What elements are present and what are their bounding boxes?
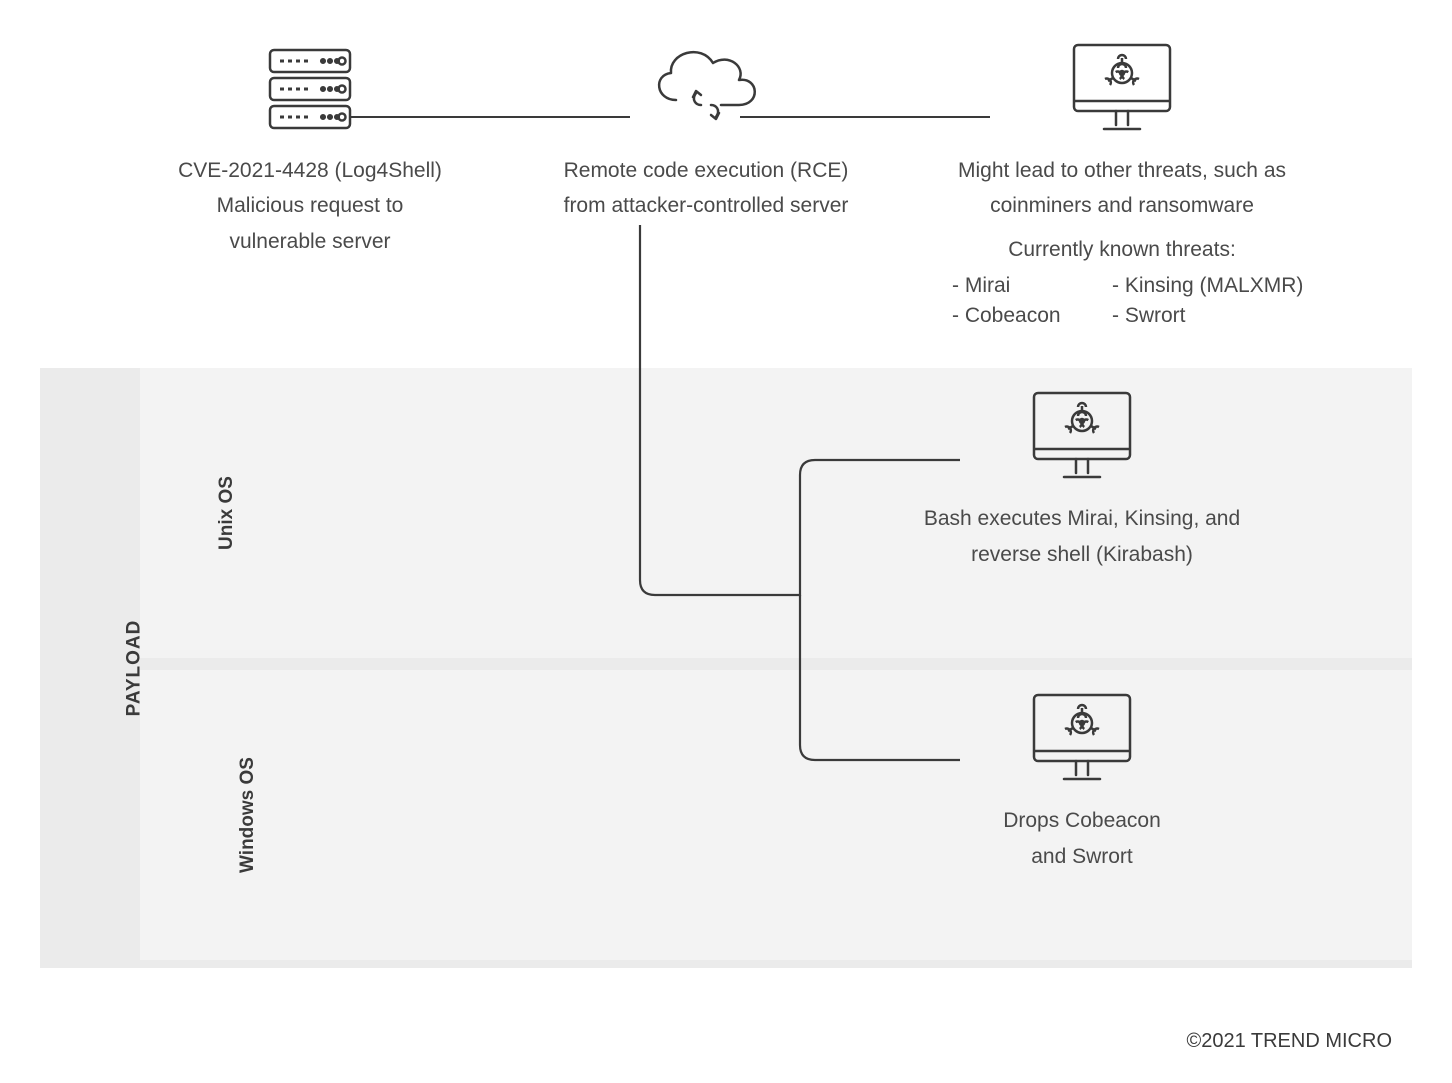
threat-b: - Kinsing (MALXMR) xyxy=(1112,274,1312,298)
infected-monitor-icon xyxy=(1022,680,1142,800)
win-caption1: Drops Cobeacon xyxy=(1003,806,1161,835)
unix-section: Unix OS xyxy=(140,368,1412,658)
unix-label: Unix OS xyxy=(216,476,238,550)
node-cloud: Remote code execution (RCE) from attacke… xyxy=(526,30,886,221)
windows-section: Windows OS xyxy=(140,670,1412,960)
node3-sub: Currently known threats: xyxy=(1008,235,1236,264)
win-caption2: and Swrort xyxy=(1031,842,1133,871)
server-icon xyxy=(260,30,360,150)
cloud-arrows-icon xyxy=(641,30,771,150)
node-threat-monitor: Might lead to other threats, such as coi… xyxy=(922,30,1322,328)
node2-line1: Remote code execution (RCE) xyxy=(564,156,849,185)
node1-line1: CVE-2021-4428 (Log4Shell) xyxy=(178,156,442,185)
node-server: CVE-2021-4428 (Log4Shell) Malicious requ… xyxy=(130,30,490,256)
windows-label: Windows OS xyxy=(237,757,259,873)
unix-caption2: reverse shell (Kirabash) xyxy=(971,540,1193,569)
payload-area: PAYLOAD Unix OS xyxy=(40,368,1412,968)
threat-list: - Mirai - Kinsing (MALXMR) - Cobeacon - … xyxy=(932,274,1312,328)
threat-a: - Mirai xyxy=(952,274,1112,298)
node1-line2: Malicious request to xyxy=(217,191,404,220)
top-row: CVE-2021-4428 (Log4Shell) Malicious requ… xyxy=(40,30,1412,328)
unix-caption1: Bash executes Mirai, Kinsing, and xyxy=(924,504,1240,533)
node3-line1: Might lead to other threats, such as xyxy=(958,156,1286,185)
threat-c: - Cobeacon xyxy=(952,304,1112,328)
node2-line2: from attacker-controlled server xyxy=(564,191,849,220)
node3-line2: coinminers and ransomware xyxy=(990,191,1254,220)
windows-node: Drops Cobeacon and Swrort xyxy=(912,680,1252,871)
threat-d: - Swrort xyxy=(1112,304,1312,328)
infected-monitor-icon xyxy=(1062,30,1182,150)
copyright: ©2021 TREND MICRO xyxy=(1186,1030,1392,1053)
unix-node: Bash executes Mirai, Kinsing, and revers… xyxy=(912,378,1252,569)
infected-monitor-icon xyxy=(1022,378,1142,498)
node1-line3: vulnerable server xyxy=(229,227,390,256)
